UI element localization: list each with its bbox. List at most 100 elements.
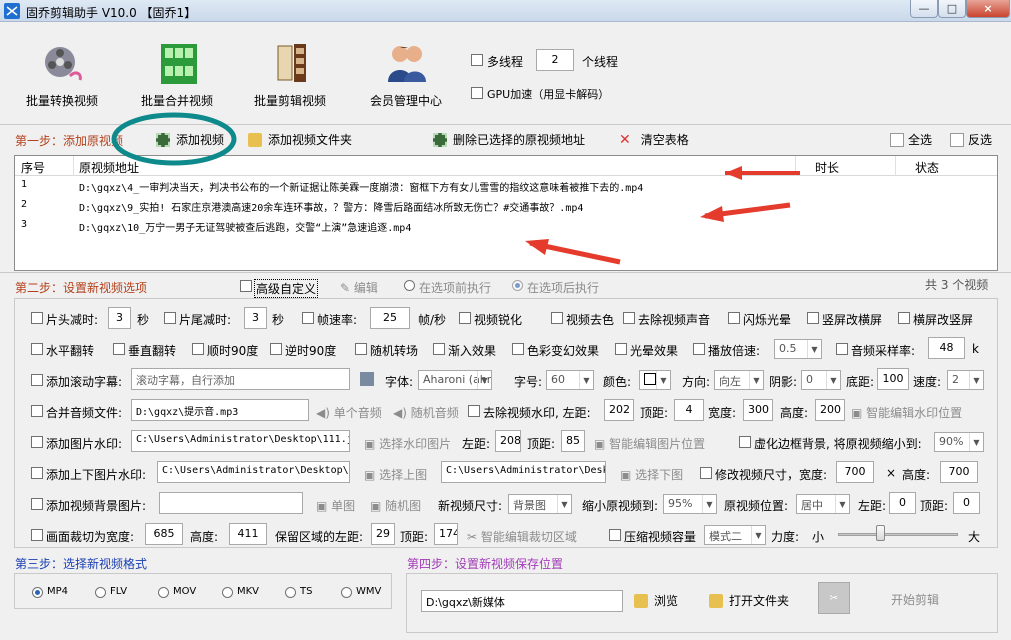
v2h-checkbox[interactable]	[807, 312, 819, 324]
hflip-checkbox[interactable]	[31, 343, 43, 355]
open-folder-button[interactable]: 打开文件夹	[709, 592, 789, 609]
ccw90-checkbox[interactable]	[270, 343, 282, 355]
audio-path-input[interactable]: D:\gqxz\提示音.mp3	[131, 399, 309, 421]
save-path-input[interactable]: D:\gqxz\新媒体	[421, 590, 623, 612]
font-select[interactable]: Aharoni (ahr…▼	[418, 370, 492, 390]
crop-width-input[interactable]: 685	[145, 523, 183, 545]
new-size-select[interactable]: 背景图 ▼	[508, 494, 572, 514]
compress-checkbox[interactable]	[609, 529, 621, 541]
image-watermark-checkbox[interactable]	[31, 436, 43, 448]
keep-left-input[interactable]: 29	[371, 523, 395, 545]
scroll-speed-select[interactable]: 2 ▼	[947, 370, 984, 390]
random-transition-checkbox[interactable]	[355, 343, 367, 355]
speed-select[interactable]: 0.5 ▼	[774, 339, 822, 359]
top-image-path-input[interactable]: C:\Users\Administrator\Desktop\i	[157, 461, 350, 483]
single-audio-button[interactable]: ◀) 单个音频	[316, 404, 382, 421]
crop-height-input[interactable]: 411	[229, 523, 267, 545]
width-label: 宽度:	[708, 406, 737, 420]
strength-slider-track[interactable]	[838, 533, 958, 536]
select-bottom-image-button[interactable]: ▣ 选择下图	[620, 466, 683, 483]
smart-watermark-button[interactable]: ▣ 智能编辑水印位置	[851, 404, 962, 421]
format-radio-wmv[interactable]	[341, 587, 352, 598]
shadow-select[interactable]: 0 ▼	[801, 370, 841, 390]
watermark-height-input[interactable]: 200	[815, 399, 845, 421]
random-image-button[interactable]: ▣ 随机图	[370, 497, 421, 514]
format-radio-mov[interactable]	[158, 587, 169, 598]
before-option-radio[interactable]	[404, 280, 415, 291]
crop-checkbox[interactable]	[31, 529, 43, 541]
h2v-checkbox[interactable]	[898, 312, 910, 324]
smart-crop-button[interactable]: ✂ 智能编辑裁切区域	[467, 528, 577, 545]
format-panel	[14, 573, 392, 609]
blur-border-checkbox[interactable]	[739, 436, 751, 448]
scroll-caption-input[interactable]: 滚动字幕，自行添加	[131, 368, 350, 390]
bg-image-checkbox[interactable]	[31, 498, 43, 510]
shrink-select[interactable]: 95% ▼	[663, 494, 717, 514]
chevron-down-icon: ▼	[749, 371, 763, 389]
format-radio-mp4[interactable]	[32, 587, 43, 598]
resize-checkbox[interactable]	[700, 467, 712, 479]
chevron-down-icon: ▼	[702, 495, 716, 513]
watermark-left-input[interactable]: 202	[604, 399, 634, 421]
image-left-input[interactable]: 208	[495, 430, 521, 452]
frame-rate-input[interactable]: 25	[370, 307, 410, 329]
fade-in-checkbox[interactable]	[433, 343, 445, 355]
format-radio-mkv[interactable]	[222, 587, 233, 598]
flash-checkbox[interactable]	[728, 312, 740, 324]
desaturate-checkbox[interactable]	[551, 312, 563, 324]
format-radio-flv[interactable]	[95, 587, 106, 598]
merge-audio-checkbox[interactable]	[31, 405, 43, 417]
color-select[interactable]: ▼	[639, 370, 671, 390]
size-select[interactable]: 60 ▼	[546, 370, 594, 390]
caption-settings-icon[interactable]	[360, 372, 374, 386]
image-top-input[interactable]: 85	[561, 430, 585, 452]
compress-mode-select[interactable]: 模式二 ▼	[704, 525, 766, 545]
random-audio-button[interactable]: ◀) 随机音频	[393, 404, 459, 421]
vflip-checkbox[interactable]	[113, 343, 125, 355]
edit-button[interactable]: ✎ 编辑	[340, 279, 378, 296]
direction-select[interactable]: 向左 ▼	[714, 370, 764, 390]
halo-checkbox[interactable]	[615, 343, 627, 355]
resize-width-input[interactable]: 700	[836, 461, 874, 483]
browse-button[interactable]: 浏览	[634, 592, 678, 609]
watermark-width-input[interactable]: 300	[743, 399, 773, 421]
sample-rate-checkbox[interactable]	[836, 343, 848, 355]
after-option-radio[interactable]	[512, 280, 523, 291]
position-select[interactable]: 居中 ▼	[796, 494, 850, 514]
chevron-down-icon: ▼	[969, 371, 983, 389]
scroll-caption-checkbox[interactable]	[31, 374, 43, 386]
speed-checkbox[interactable]	[693, 343, 705, 355]
bottom-input[interactable]: 100	[877, 368, 909, 390]
resize-height-input[interactable]: 700	[940, 461, 978, 483]
bottom-image-path-input[interactable]: C:\Users\Administrator\Desk	[441, 461, 606, 483]
speed-select-value: 0.5	[779, 342, 797, 355]
sharpen-checkbox[interactable]	[459, 312, 471, 324]
cw90-checkbox[interactable]	[192, 343, 204, 355]
remove-watermark-checkbox[interactable]	[468, 405, 480, 417]
crop-top-input[interactable]: 174	[434, 523, 458, 545]
start-edit-button[interactable]: 开始剪辑	[891, 591, 939, 608]
single-image-button[interactable]: ▣ 单图	[316, 497, 355, 514]
head-cut-input[interactable]: 3	[108, 307, 131, 329]
color-shift-checkbox[interactable]	[512, 343, 524, 355]
bg-left-input[interactable]: 0	[889, 492, 916, 514]
advanced-custom-checkbox[interactable]	[240, 280, 252, 292]
select-top-image-button[interactable]: ▣ 选择上图	[364, 466, 427, 483]
tail-cut-input[interactable]: 3	[244, 307, 267, 329]
sample-rate-input[interactable]: 48	[928, 337, 965, 359]
bg-top-input[interactable]: 0	[953, 492, 980, 514]
format-radio-ts[interactable]	[285, 587, 296, 598]
top-bottom-image-checkbox[interactable]	[31, 467, 43, 479]
smart-image-button[interactable]: ▣ 智能编辑图片位置	[594, 435, 705, 452]
frame-rate-checkbox[interactable]	[302, 312, 314, 324]
strength-slider-thumb[interactable]	[876, 525, 885, 541]
resize-height-label: 高度:	[902, 468, 931, 482]
remove-audio-checkbox[interactable]	[623, 312, 635, 324]
bg-image-path-input[interactable]	[159, 492, 303, 514]
select-image-button[interactable]: ▣ 选择水印图片	[364, 435, 451, 452]
blur-scale-select[interactable]: 90% ▼	[934, 432, 984, 452]
watermark-top-input[interactable]: 4	[674, 399, 704, 421]
head-cut-checkbox[interactable]	[31, 312, 43, 324]
image-path-input[interactable]: C:\Users\Administrator\Desktop\111.j	[131, 430, 350, 452]
tail-cut-checkbox[interactable]	[164, 312, 176, 324]
